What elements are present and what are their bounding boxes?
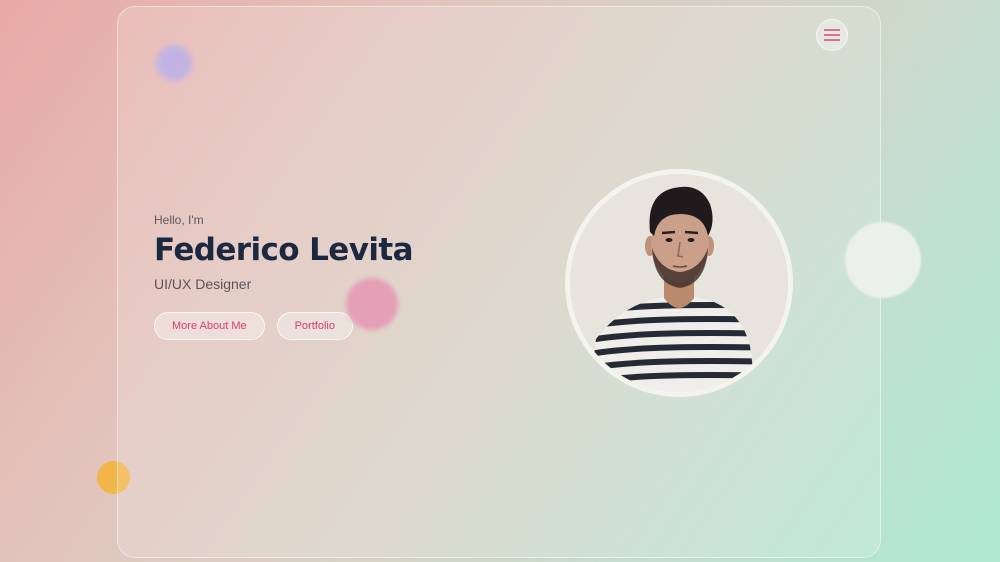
glass-card: Hello, I'm Federico Levita UI/UX Designe… (117, 6, 881, 558)
decorative-white-circle (845, 222, 921, 298)
greeting-text: Hello, I'm (154, 213, 204, 227)
hero-name: Federico Levita (154, 232, 413, 268)
portfolio-button[interactable]: Portfolio (276, 312, 353, 340)
more-about-me-button[interactable]: More About Me (154, 312, 265, 340)
avatar (565, 169, 793, 397)
menu-button[interactable] (816, 19, 848, 51)
profile-photo (570, 174, 788, 392)
decorative-pink-circle (346, 278, 398, 330)
hamburger-menu-icon (824, 29, 840, 41)
